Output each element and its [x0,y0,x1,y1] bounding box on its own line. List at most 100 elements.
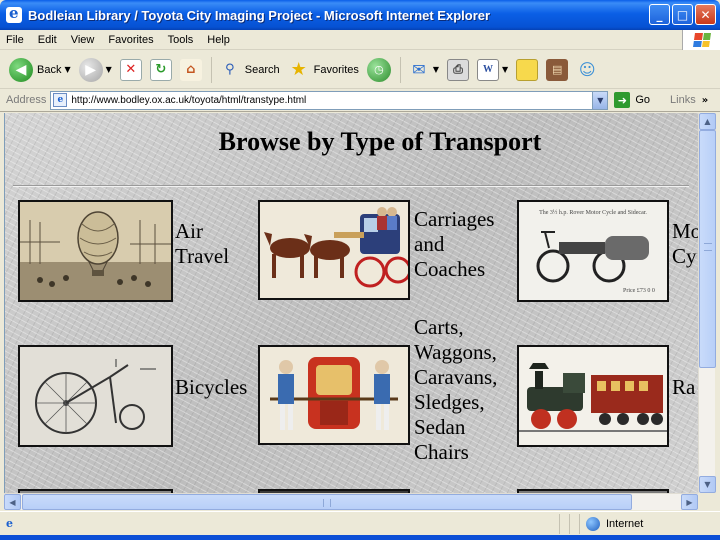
label-line: and [414,232,445,256]
label-line: Chairs [414,440,469,464]
motor-cycles-thumbnail[interactable]: The 3½ h.p. Rover Motor Cycle and Sideca… [517,200,669,302]
carriages-thumbnail[interactable] [258,200,410,300]
scroll-right-icon[interactable]: ▶ [681,494,698,510]
horizontal-scroll-thumb[interactable] [22,494,632,510]
menu-tools[interactable]: Tools [168,34,194,46]
category-label-carts-waggons[interactable]: Carts, Waggons, Caravans, Sledges, Sedan… [414,315,497,465]
page-status-icon: e [6,516,13,530]
go-button[interactable]: ➜ Go [614,92,650,108]
label-line: Bicycles [175,375,248,399]
windows-logo-icon [682,30,720,50]
history-button[interactable]: ◷ [364,55,394,85]
back-button[interactable]: ◀ Back ▼ [6,55,74,85]
mail-dropdown-icon[interactable]: ▼ [433,65,439,74]
home-button[interactable]: ⌂ [177,55,205,85]
railways-thumbnail[interactable] [517,345,669,447]
scroll-down-icon[interactable]: ▼ [699,476,716,493]
label-line: Caravans, [414,365,498,389]
research-icon: ▤ [546,58,569,81]
vertical-scroll-thumb[interactable] [699,130,716,368]
bicycle-engraving-image [20,347,171,445]
edit-dropdown-icon[interactable]: ▼ [502,65,508,74]
refresh-icon: ↻ [149,58,172,81]
horizontal-scrollbar[interactable]: ◀ ▶ [4,493,698,510]
forward-button[interactable]: ▶ ▼ [76,55,115,85]
close-button[interactable]: ✕ [695,4,716,25]
mail-icon: ✉ [412,60,426,79]
title-bar[interactable]: Bodleian Library / Toyota City Imaging P… [0,0,720,30]
go-arrow-icon: ➜ [614,92,631,108]
category-label-air-travel[interactable]: Air Travel [175,219,229,269]
search-label: Search [244,63,280,76]
menu-favorites[interactable]: Favorites [108,34,153,46]
forward-dropdown-icon[interactable]: ▼ [106,65,112,74]
refresh-button[interactable]: ↻ [147,55,175,85]
maximize-button[interactable]: □ [672,4,693,25]
mail-button[interactable]: ✉ ▼ [405,55,442,85]
air-travel-thumbnail[interactable] [18,200,173,302]
print-button[interactable]: ⎙ [444,55,472,85]
address-url[interactable]: http://www.bodley.ox.ac.uk/toyota/html/t… [71,95,306,106]
category-label-carriages-and-coaches[interactable]: Carriages and Coaches [414,207,494,282]
window-bottom-frame [0,535,720,540]
bicycles-thumbnail[interactable] [18,345,173,447]
address-label: Address [6,94,47,106]
balloon-engraving-image [20,202,171,300]
favorites-button[interactable]: ★ Favorites [285,55,362,85]
label-line: Waggons, [414,340,497,364]
category-label-bicycles[interactable]: Bicycles [175,375,247,400]
back-icon: ◀ [9,57,33,82]
window-title: Bodleian Library / Toyota City Imaging P… [28,7,491,23]
back-label: Back [37,63,62,76]
zone-label: Internet [606,517,644,530]
label-line: Ra [672,375,696,399]
search-button[interactable]: ⚲ Search [216,55,283,85]
discuss-button[interactable] [513,55,541,85]
grip-icon [323,499,331,507]
menu-edit[interactable]: Edit [38,34,57,46]
status-panel [570,513,580,534]
window-controls: _ □ ✕ [649,4,716,25]
edit-button[interactable]: W ▼ [474,55,511,85]
menu-help[interactable]: Help [207,34,230,46]
menu-file[interactable]: File [6,34,24,46]
search-icon: ⚲ [225,62,235,77]
vertical-scrollbar[interactable]: ▲ ▼ [698,113,716,493]
standard-toolbar: ◀ Back ▼ ▶ ▼ ✕ ↻ ⌂ ⚲ Search ★ Favorites … [0,51,720,89]
scroll-up-icon[interactable]: ▲ [699,113,716,130]
status-bar: e Internet [0,511,720,535]
sedan-chair-image [260,347,408,443]
minimize-button[interactable]: _ [649,4,670,25]
security-zone: Internet [580,516,644,531]
motorcycle-caption: The 3½ h.p. Rover Motor Cycle and Sideca… [539,209,647,216]
label-line: Air [175,219,203,243]
discuss-icon [516,58,539,81]
menu-view[interactable]: View [71,34,95,46]
research-button[interactable]: ▤ [543,55,571,85]
horizontal-rule [13,185,689,187]
globe-icon [586,516,600,531]
links-chevron-icon[interactable]: » [702,95,708,106]
label-line: Travel [175,244,230,268]
address-dropdown-icon[interactable]: ▼ [592,91,608,109]
address-input[interactable]: e http://www.bodley.ox.ac.uk/toyota/html… [50,90,609,110]
favorites-label: Favorites [313,63,359,76]
scroll-left-icon[interactable]: ◀ [4,494,21,510]
page-icon: e [53,93,68,107]
links-button[interactable]: Links [670,94,696,106]
messenger-button[interactable]: ☺ [573,55,601,85]
menu-bar: File Edit View Favorites Tools Help [0,30,720,50]
favorites-icon: ★ [290,59,307,80]
go-label: Go [635,94,651,106]
stop-button[interactable]: ✕ [117,55,145,85]
carts-and-chairs-thumbnail[interactable] [258,345,410,445]
category-label-railways[interactable]: Ra [672,375,695,400]
category-label-motor-cycles[interactable]: Mo Cy [672,219,698,269]
back-dropdown-icon[interactable]: ▼ [64,65,70,74]
toolbar-separator [399,56,401,83]
grip-icon [704,243,712,251]
status-message-area: e [0,513,560,534]
history-icon: ◷ [366,57,391,82]
label-line: Sedan [414,415,466,439]
forward-icon: ▶ [78,57,103,82]
